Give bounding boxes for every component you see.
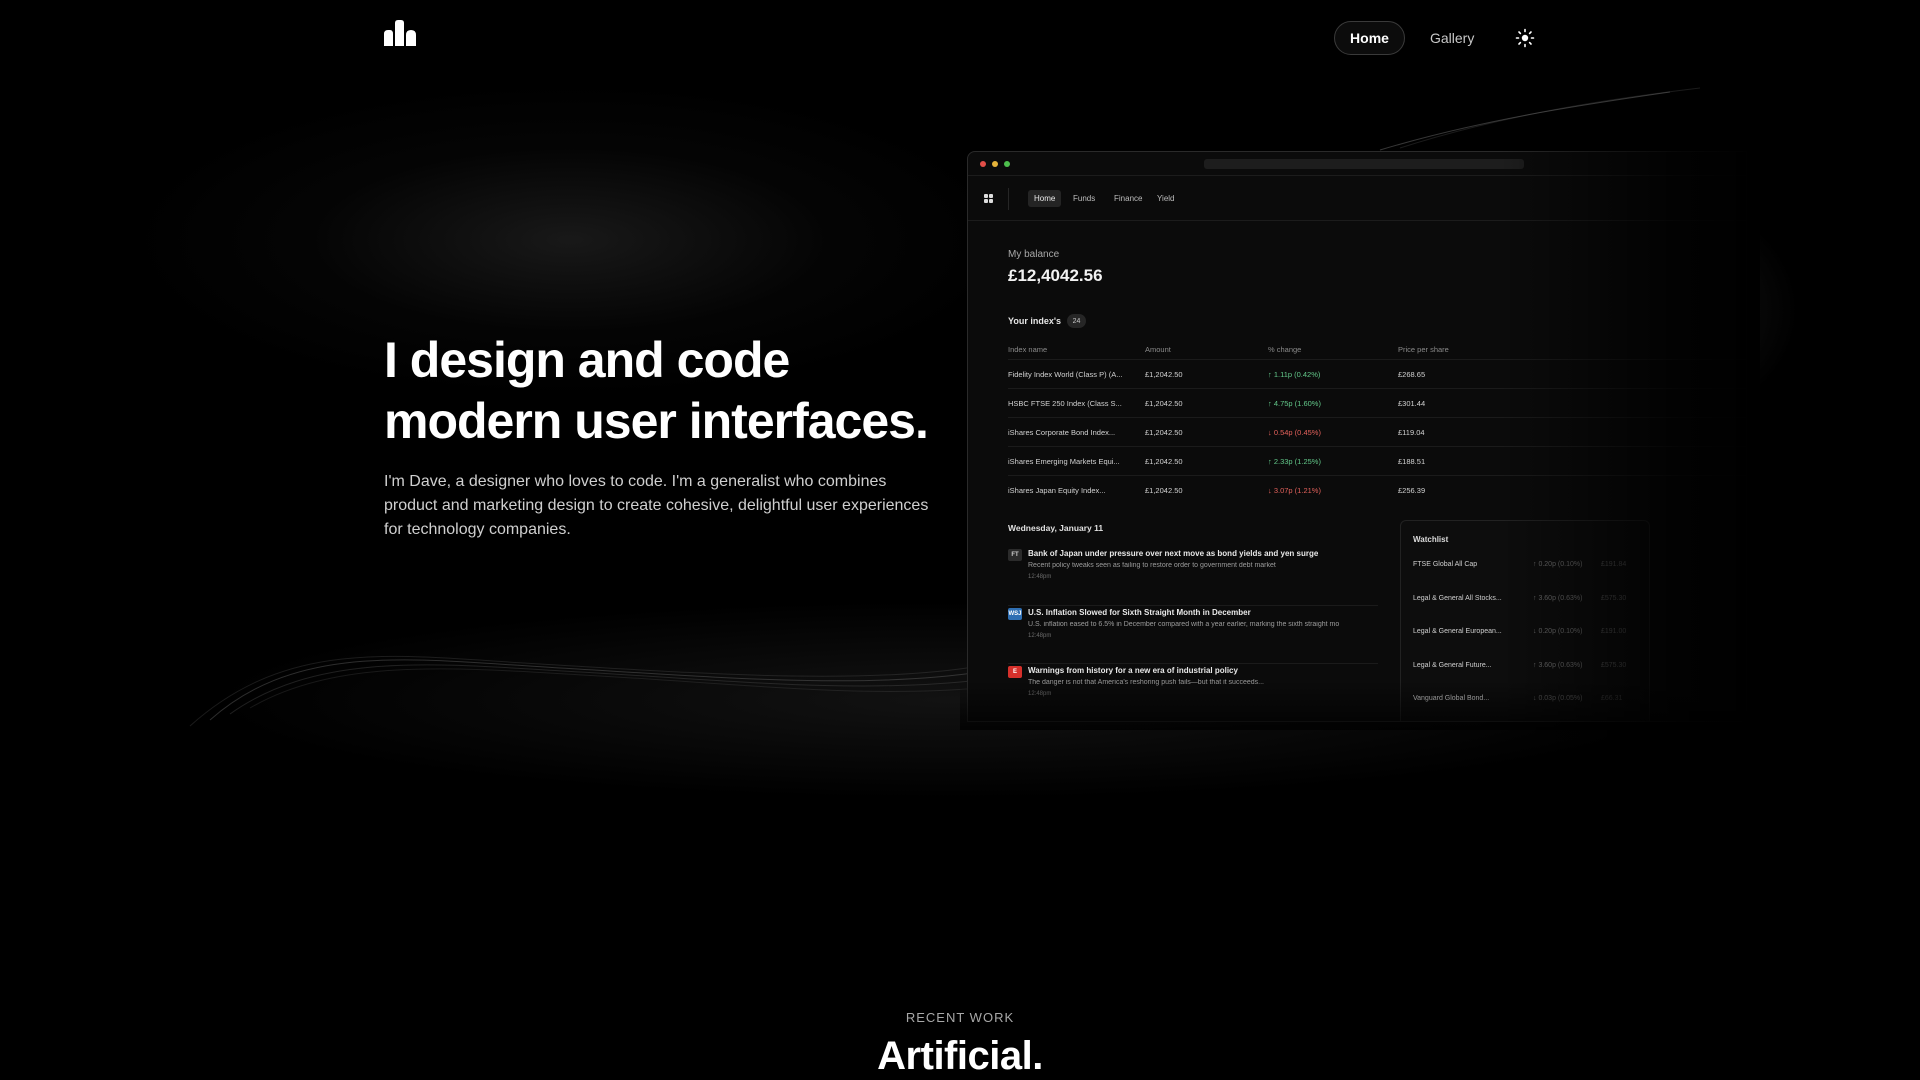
window-maximize-dot: [1004, 161, 1010, 167]
amount-cell: £1,2042.50: [1145, 398, 1183, 408]
watchlist-item-change: ↓ 0.20p (0.10%): [1533, 628, 1583, 635]
watchlist-item-price: £191.00: [1601, 628, 1627, 635]
price-cell: £268.65: [1398, 369, 1426, 379]
hero-title-line-2: modern user interfaces.: [384, 393, 929, 449]
watchlist-item: Legal & General European... ↓ 0.20p (0.10…: [1413, 628, 1653, 652]
news-time: 12:48pm: [1028, 691, 1052, 697]
news-item[interactable]: E Warnings from history for a new era of …: [1008, 663, 1378, 721]
mockup-app-nav: Home Funds Finance Yield: [968, 176, 1746, 221]
table-row: HSBC FTSE 250 Index (Class S... £1,2042.5…: [1008, 388, 1746, 417]
watchlist-item: Legal & General All Stocks... ↑ 3.60p (0.…: [1413, 595, 1653, 619]
watchlist-item-name: Legal & General European...: [1413, 628, 1502, 635]
recent-work-label: RECENT WORK: [905, 1010, 1015, 1025]
nav-home-button[interactable]: Home: [1334, 21, 1405, 55]
index-name-cell: iShares Corporate Bond Index...: [1008, 427, 1116, 437]
nav-divider: [1008, 188, 1009, 210]
change-cell: ↓ 0.54p (0.45%): [1268, 427, 1321, 437]
price-cell: £119.04: [1398, 427, 1425, 437]
watchlist-item-price: £575.30: [1601, 661, 1627, 669]
watchlist-panel: Watchlist FTSE Global All Cap ↑ 0.20p (0.…: [1400, 520, 1653, 721]
dashboard-mockup: Home Funds Finance Yield My balance £12,…: [967, 151, 1747, 722]
price-cell: £301.44: [1398, 398, 1426, 408]
table-row: iShares Japan Equity Index... £1,2042.50 ↓…: [1008, 475, 1746, 504]
watchlist-item-change: ↑ 3.60p (0.63%): [1533, 594, 1583, 602]
watchlist-item-name: FTSE Global All Cap: [1413, 561, 1478, 568]
column-header-name: Index name: [1008, 344, 1048, 354]
table-row: iShares Emerging Markets Equi... £1,2042.…: [1008, 446, 1746, 475]
sun-icon[interactable]: [1515, 28, 1535, 48]
change-cell: ↑ 4.75p (1.60%): [1268, 398, 1321, 408]
mockup-tab-finance: Finance: [1114, 194, 1143, 203]
news-item[interactable]: WSJ U.S. Inflation Slowed for Sixth Strai…: [1008, 605, 1378, 663]
column-header-price: Price per share: [1398, 344, 1449, 354]
mockup-url-bar: [1204, 159, 1524, 169]
news-item[interactable]: FT Bank of Japan under pressure over next…: [1008, 547, 1378, 605]
watchlist-item: FTSE Global All Cap ↑ 0.20p (0.10%) £191.8…: [1413, 561, 1653, 585]
window-close-dot: [980, 161, 986, 167]
watchlist-item-price: £66.31: [1601, 695, 1623, 702]
table-row: iShares Corporate Bond Index... £1,2042.5…: [1008, 417, 1746, 446]
nav-gallery-link[interactable]: Gallery: [1430, 21, 1474, 55]
news-source-icon: E: [1008, 666, 1022, 678]
news-date: Wednesday, January 11: [1008, 523, 1104, 533]
watchlist-item-price: £575.30: [1601, 594, 1627, 602]
change-cell: ↓ 3.07p (1.21%): [1268, 485, 1321, 495]
news-time: 12:48pm: [1028, 574, 1052, 580]
amount-cell: £1,2042.50: [1145, 456, 1183, 466]
index-name-cell: HSBC FTSE 250 Index (Class S...: [1008, 398, 1122, 408]
price-cell: £256.39: [1398, 485, 1426, 495]
mockup-titlebar: [968, 152, 1746, 176]
amount-cell: £1,2042.50: [1145, 485, 1183, 495]
hero-title: I design and code modern user interfaces…: [384, 330, 984, 452]
watchlist-item-name: Legal & General All Stocks...: [1413, 594, 1502, 602]
mockup-tab-yield: Yield: [1157, 194, 1175, 203]
watchlist-item-name: Legal & General Future...: [1413, 661, 1492, 669]
watchlist-item-change: ↑ 3.60p (0.63%): [1533, 661, 1583, 669]
table-header: Index name Amount % change Price per sha…: [1008, 339, 1746, 359]
watchlist-item-change: ↓ 0.03p (0.05%): [1533, 695, 1583, 702]
index-name-cell: Fidelity Index World (Class P) (A...: [1008, 369, 1123, 379]
watchlist-item: Vanguard Global Bond... ↓ 0.03p (0.05%) £6…: [1413, 695, 1653, 719]
index-count-badge: 24: [1067, 314, 1086, 328]
column-header-change: % change: [1268, 344, 1302, 354]
mockup-tab-home: Home: [1028, 190, 1062, 207]
balance-label: My balance: [1008, 249, 1060, 260]
news-source-icon: WSJ: [1008, 608, 1022, 620]
window-minimize-dot: [992, 161, 998, 167]
index-title: Your index's: [1008, 316, 1061, 326]
change-cell: ↑ 1.11p (0.42%): [1268, 369, 1321, 379]
bars-logo-icon[interactable]: [384, 20, 416, 46]
news-title: Warnings from history for a new era of i…: [1028, 666, 1238, 675]
price-cell: £188.51: [1398, 456, 1426, 466]
amount-cell: £1,2042.50: [1145, 369, 1183, 379]
index-table: Index name Amount % change Price per sha…: [1008, 339, 1746, 504]
watchlist-title: Watchlist: [1413, 535, 1449, 544]
column-header-amount: Amount: [1145, 344, 1171, 354]
news-source-icon: FT: [1008, 549, 1022, 561]
hero-description: I'm Dave, a designer who loves to code. …: [384, 473, 929, 538]
mockup-tab-funds: Funds: [1073, 194, 1096, 203]
watchlist-item-name: Vanguard Global Bond...: [1413, 695, 1490, 702]
table-row: Fidelity Index World (Class P) (A... £1,2…: [1008, 359, 1746, 388]
change-cell: ↑ 2.33p (1.25%): [1268, 456, 1321, 466]
index-name-cell: iShares Japan Equity Index...: [1008, 485, 1106, 495]
news-summary: Recent policy tweaks seen as failing to …: [1028, 562, 1276, 569]
news-summary: U.S. inflation eased to 6.5% in December…: [1028, 621, 1340, 628]
news-title: U.S. Inflation Slowed for Sixth Straight…: [1028, 608, 1251, 617]
watchlist-item: Legal & General Future... ↑ 3.60p (0.63%)…: [1413, 662, 1653, 686]
news-time: 12:48pm: [1028, 633, 1052, 639]
grid-icon: [984, 194, 994, 204]
news-title: Bank of Japan under pressure over next m…: [1028, 549, 1319, 558]
amount-cell: £1,2042.50: [1145, 427, 1183, 437]
watchlist-item-change: ↑ 0.20p (0.10%): [1533, 561, 1583, 568]
index-name-cell: iShares Emerging Markets Equi...: [1008, 456, 1120, 466]
hero-title-line-1: I design and code: [384, 332, 790, 388]
balance-value: £12,4042.56: [1008, 266, 1103, 285]
recent-work-title: Artificial.: [877, 1034, 1043, 1078]
news-summary: The danger is not that America's reshori…: [1028, 679, 1264, 686]
watchlist-item-price: £191.84: [1601, 561, 1627, 568]
